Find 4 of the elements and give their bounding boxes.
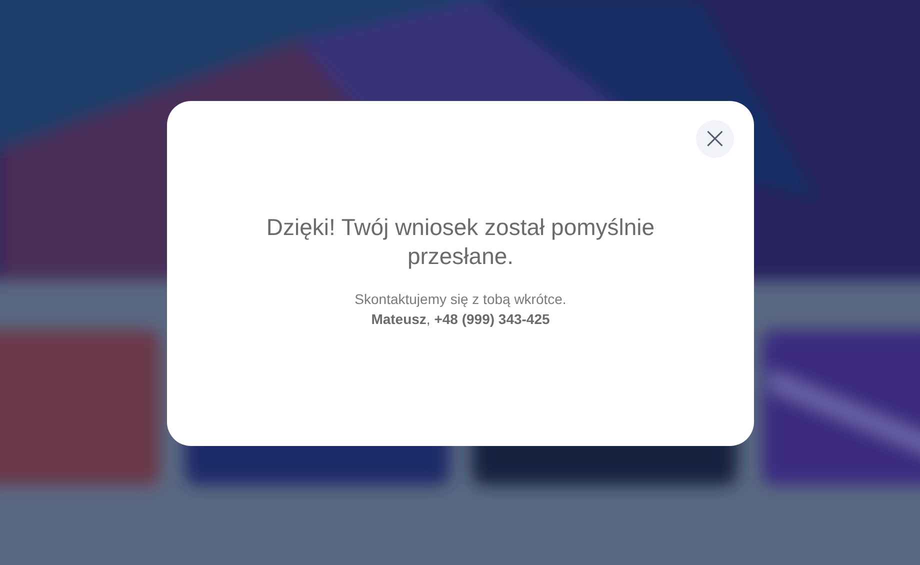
dialog-title: Dzięki! Twój wniosek został pomyślnie przesłane. <box>265 213 656 271</box>
dialog-message: Skontaktujemy się z tobą wkrótce. <box>354 290 568 309</box>
close-button[interactable]: × <box>696 120 734 158</box>
contact-info: Mateusz, +48 (999) 343-425 <box>370 310 551 329</box>
